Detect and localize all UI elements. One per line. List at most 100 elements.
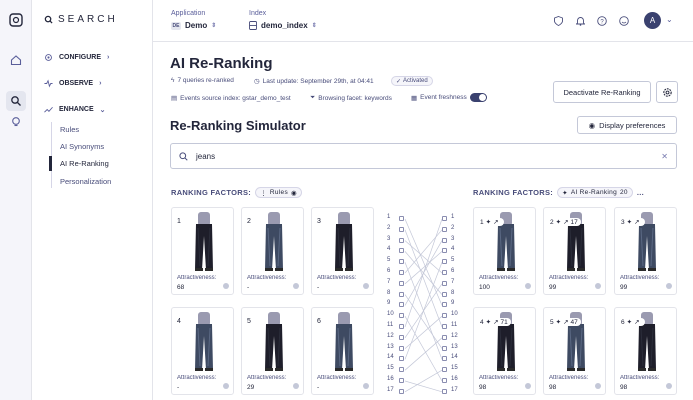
index-value: demo_index bbox=[261, 21, 308, 30]
right-rank-number: 5 bbox=[451, 257, 455, 264]
rank-badge: 3 bbox=[315, 218, 323, 225]
product-card[interactable]: 5 ✦ ↗ 47 Attractiveness: 98 bbox=[543, 307, 606, 395]
attractiveness-label: Attractiveness: bbox=[247, 275, 287, 281]
left-rank-number: 13 bbox=[387, 343, 394, 350]
info-dot-icon[interactable] bbox=[293, 283, 299, 289]
sparkle-icon: ✦ bbox=[555, 319, 562, 326]
product-card[interactable]: 6 Attractiveness: - bbox=[311, 307, 374, 395]
info-dot-icon[interactable] bbox=[525, 283, 531, 289]
info-dot-icon[interactable] bbox=[666, 383, 672, 389]
product-card[interactable]: 1 ✦ ↗ Attractiveness: 100 bbox=[473, 207, 536, 295]
sparkle-icon: ✦ bbox=[485, 319, 492, 326]
algolia-logo-icon[interactable] bbox=[8, 12, 24, 28]
recommend-icon[interactable] bbox=[8, 114, 24, 130]
clear-icon[interactable]: ✕ bbox=[661, 152, 668, 161]
attractiveness-value: - bbox=[247, 284, 250, 291]
info-dot-icon[interactable] bbox=[595, 283, 601, 289]
smiley-icon[interactable] bbox=[618, 15, 630, 27]
attractiveness-value: 98 bbox=[549, 384, 557, 391]
browsing-facet-text: Browsing facet: keywords bbox=[318, 94, 392, 102]
product-card[interactable]: 4 ✦ ↗ 71 Attractiveness: 98 bbox=[473, 307, 536, 395]
rank-badge: 1 bbox=[175, 218, 183, 225]
search-input[interactable]: jeans ✕ bbox=[170, 143, 677, 169]
right-rank-number: 7 bbox=[451, 278, 455, 285]
rank-number: 2 bbox=[550, 218, 554, 226]
sidebar-section-configure[interactable]: CONFIGURE › bbox=[44, 53, 109, 62]
product-card[interactable]: 6 ✦ ↗ Attractiveness: 98 bbox=[614, 307, 677, 395]
sidebar-item-ai-re-ranking[interactable]: AI Re-Ranking bbox=[60, 159, 109, 168]
sidebar-item-personalization[interactable]: Personalization bbox=[60, 177, 111, 186]
events-freshness-toggle[interactable] bbox=[469, 93, 487, 102]
info-dot-icon[interactable] bbox=[363, 383, 369, 389]
events-freshness-text: Event freshness bbox=[420, 94, 467, 101]
shield-icon[interactable] bbox=[552, 15, 564, 27]
right-rank-node bbox=[442, 270, 447, 275]
left-rank-node bbox=[399, 226, 404, 232]
settings-button[interactable] bbox=[656, 81, 678, 103]
info-dot-icon[interactable] bbox=[223, 383, 229, 389]
info-dot-icon[interactable] bbox=[666, 283, 672, 289]
product-card[interactable]: 3 Attractiveness: - bbox=[311, 207, 374, 295]
application-selector[interactable]: DE Demo ⇕ bbox=[171, 21, 216, 30]
clock-icon: ◷ bbox=[254, 78, 260, 85]
product-card[interactable]: 4 Attractiveness: - bbox=[171, 307, 234, 395]
rank-badge: 3 ✦ ↗ bbox=[618, 218, 645, 226]
sparkle-icon: ✦ bbox=[485, 219, 492, 226]
info-dot-icon[interactable] bbox=[293, 383, 299, 389]
info-dot-icon[interactable] bbox=[595, 383, 601, 389]
attractiveness-label: Attractiveness: bbox=[479, 275, 519, 281]
ranking-factors-heading: RANKING FACTORS: bbox=[473, 188, 554, 197]
product-card[interactable]: 5 Attractiveness: 29 bbox=[241, 307, 304, 395]
mapping-line bbox=[404, 337, 443, 371]
calendar-icon: ▦ bbox=[411, 94, 418, 102]
info-dot-icon[interactable] bbox=[223, 283, 229, 289]
rules-icon: ⋮ bbox=[260, 189, 267, 197]
chevron-down-icon[interactable]: ⌄ bbox=[666, 15, 673, 24]
arrow-up-right-icon: ↗ bbox=[493, 319, 499, 326]
product-card[interactable]: 2 Attractiveness: - bbox=[241, 207, 304, 295]
right-rank-node bbox=[442, 302, 447, 308]
info-dot-icon[interactable] bbox=[363, 283, 369, 289]
left-rank-node bbox=[399, 345, 404, 351]
product-image bbox=[320, 312, 367, 372]
more-chips[interactable]: ... bbox=[637, 188, 644, 197]
queries-reranked-text: 7 queries re-ranked bbox=[177, 77, 234, 84]
attractiveness-value: 100 bbox=[479, 284, 490, 291]
home-icon[interactable] bbox=[8, 52, 24, 68]
info-dot-icon[interactable] bbox=[525, 383, 531, 389]
attractiveness-value: - bbox=[317, 284, 320, 291]
updown-chevron-icon: ⇕ bbox=[211, 23, 217, 29]
deactivate-reranking-button[interactable]: Deactivate Re-Ranking bbox=[553, 81, 651, 103]
index-selector[interactable]: demo_index ⇕ bbox=[249, 21, 317, 30]
right-rank-node bbox=[442, 291, 447, 297]
attractiveness-value: 29 bbox=[247, 384, 255, 391]
eye-icon: ◉ bbox=[588, 120, 596, 130]
ai-reranking-chip[interactable]: ✦ AI Re-Ranking 20 bbox=[557, 187, 633, 198]
bell-icon[interactable] bbox=[574, 15, 586, 27]
sidebar-section-observe[interactable]: OBSERVE › bbox=[44, 79, 101, 88]
mapping-line bbox=[404, 369, 443, 393]
left-rank-node bbox=[399, 216, 404, 221]
product-card[interactable]: 1 Attractiveness: 68 bbox=[171, 207, 234, 295]
left-rank-number: 16 bbox=[387, 376, 394, 382]
left-rank-number: 7 bbox=[387, 278, 391, 285]
left-rank-node bbox=[399, 367, 404, 373]
rules-chip[interactable]: ⋮ Rules ◉ bbox=[255, 187, 302, 198]
right-rank-node bbox=[442, 248, 447, 254]
sidebar-section-enhance[interactable]: ENHANCE ⌄ bbox=[44, 105, 106, 114]
sidebar-item-rules[interactable]: Rules bbox=[60, 125, 79, 134]
gear-icon bbox=[45, 54, 52, 61]
sidebar-item-ai-synonyms[interactable]: AI Synonyms bbox=[60, 142, 104, 151]
display-preferences-button[interactable]: ◉ Display preferences bbox=[577, 116, 677, 134]
help-icon[interactable]: ? bbox=[596, 15, 608, 27]
right-rank-node bbox=[442, 367, 447, 373]
sidebar-section-label: ENHANCE bbox=[59, 106, 94, 113]
chevron-right-icon: › bbox=[107, 54, 110, 61]
left-rank-number: 14 bbox=[387, 354, 394, 361]
avatar[interactable]: A bbox=[644, 12, 661, 29]
arrow-up-right-icon: ↗ bbox=[634, 219, 640, 226]
product-card[interactable]: 3 ✦ ↗ Attractiveness: 99 bbox=[614, 207, 677, 295]
search-product-icon[interactable] bbox=[6, 91, 26, 111]
chevron-down-icon: ⌄ bbox=[99, 106, 106, 114]
product-card[interactable]: 2 ✦ ↗ 17 Attractiveness: 99 bbox=[543, 207, 606, 295]
